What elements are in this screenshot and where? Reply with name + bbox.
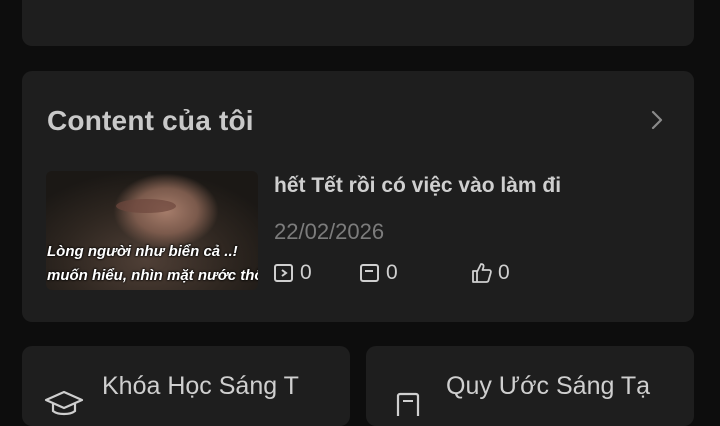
shortcut-card-course[interactable]: Khóa Học Sáng T (22, 346, 350, 426)
post-thumbnail[interactable]: Lòng người như biển cả ..! muốn hiểu, nh… (46, 171, 258, 290)
shortcut-card-rules[interactable]: Quy Ước Sáng Tạ (366, 346, 694, 426)
graduation-cap-icon (44, 390, 84, 416)
section-title: Content của tôi (47, 105, 254, 136)
top-card (22, 0, 694, 46)
views-count: 0 (300, 261, 312, 284)
thumbs-up-icon[interactable] (470, 261, 494, 285)
view-icon (274, 264, 293, 282)
my-content-card: Content của tôi Lòng người như biển cả .… (22, 71, 694, 322)
thumbnail-caption-line2: muốn hiểu, nhìn mặt nước thôi là chưa đủ… (47, 267, 258, 284)
thumbnail-caption-line1: Lòng người như biển cả ..! (47, 243, 238, 260)
post-date: 22/02/2026 (274, 219, 385, 244)
shortcut-label-course: Khóa Học Sáng T (102, 372, 299, 400)
shortcut-label-rules: Quy Ước Sáng Tạ (446, 372, 651, 400)
comment-icon (360, 264, 379, 282)
comments-stat: 0 (358, 261, 398, 285)
comments-count: 0 (386, 261, 398, 284)
document-icon (396, 392, 420, 416)
chevron-right-icon[interactable] (646, 109, 668, 131)
likes-stat[interactable]: 0 (470, 261, 510, 285)
likes-count: 0 (498, 261, 510, 284)
post-title[interactable]: hết Tết rồi có việc vào làm đi (274, 174, 561, 198)
views-stat: 0 (272, 261, 312, 285)
thumbnail-image (116, 199, 176, 213)
